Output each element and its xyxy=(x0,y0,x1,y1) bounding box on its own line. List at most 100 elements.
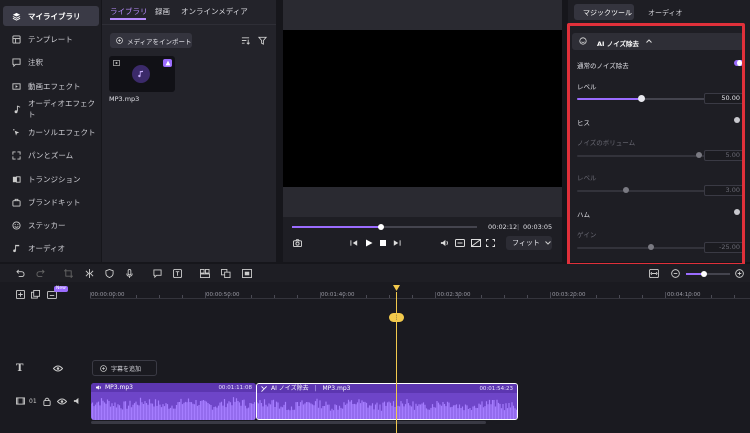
frame-icon[interactable] xyxy=(242,268,252,278)
plus-circle-icon xyxy=(100,364,107,372)
sidebar-item-label: トランジション xyxy=(28,174,81,184)
add-track-icon[interactable] xyxy=(16,290,25,299)
undo-icon[interactable] xyxy=(15,268,25,278)
zoom-out-icon[interactable] xyxy=(670,268,680,278)
sidebar-item-video-effect[interactable]: 動画エフェクト xyxy=(3,76,99,96)
zoom-slider-knob[interactable] xyxy=(701,271,707,277)
microphone-icon[interactable] xyxy=(124,268,134,278)
comment-icon[interactable] xyxy=(152,268,162,278)
transition-icon xyxy=(12,175,21,184)
app-window: マイライブラリ テンプレート 注釈 動画エフェクト オーディオエフェクト カーソ… xyxy=(0,0,750,433)
playhead-split-marker[interactable]: ⋮ xyxy=(389,313,404,322)
fit-dropdown[interactable]: フィット xyxy=(506,236,552,250)
sidebar-item-cursor-effect[interactable]: カーソルエフェクト xyxy=(3,122,99,142)
ruler-line xyxy=(90,298,750,299)
ruler-tick xyxy=(481,295,482,298)
clip-effect: AI ノイズ除去 xyxy=(271,385,309,392)
ruler-tick xyxy=(642,295,643,298)
sidebar-item-audio-effect[interactable]: オーディオエフェクト xyxy=(3,99,99,119)
waveform xyxy=(257,398,517,419)
filter-icon[interactable] xyxy=(258,36,267,45)
step-forward-icon[interactable] xyxy=(392,239,401,247)
media-thumbnail[interactable] xyxy=(109,56,175,92)
clip-header: MP3.mp3 00:01:11:08 xyxy=(91,383,256,392)
caption-track-icon[interactable] xyxy=(47,291,57,299)
denoise-effect-icon xyxy=(261,386,268,392)
camera-icon[interactable] xyxy=(293,239,302,247)
import-media-label: メディアをインポート xyxy=(127,37,192,46)
media-panel: ライブラリ 録画 オンラインメディア メディアをインポート MP3.mp3 xyxy=(102,0,276,262)
sidebar-item-audio[interactable]: オーディオ xyxy=(3,238,99,258)
total-time: 00:03:05 xyxy=(523,223,553,231)
tab-magic-tools[interactable]: マジックツール xyxy=(583,8,632,18)
sticker-icon xyxy=(12,220,21,230)
ruler-tick xyxy=(251,295,252,298)
sidebar-item-transition[interactable]: トランジション xyxy=(3,169,99,189)
import-media-button[interactable]: メディアをインポート xyxy=(110,33,192,48)
timeline-scrollbar[interactable] xyxy=(91,421,486,424)
sidebar-item-label: ブランドキット xyxy=(28,197,81,207)
play-icon[interactable] xyxy=(365,239,373,247)
preview-scrubber-knob[interactable] xyxy=(377,224,384,230)
track-number: 01 xyxy=(29,398,37,405)
fullscreen-icon[interactable] xyxy=(486,239,495,247)
step-back-icon[interactable] xyxy=(350,239,359,247)
grid-icon[interactable] xyxy=(200,268,210,278)
sort-icon[interactable] xyxy=(241,36,250,45)
split-icon[interactable] xyxy=(84,268,94,278)
pip-icon[interactable] xyxy=(471,239,481,247)
image-text-icon[interactable] xyxy=(221,268,231,278)
speaker-icon[interactable] xyxy=(73,397,82,405)
shield-icon[interactable] xyxy=(104,268,114,278)
audio-clip-selected[interactable]: AI ノイズ除去 | MP3.mp3 00:01:54:23 xyxy=(256,383,518,420)
lock-icon[interactable] xyxy=(43,397,51,406)
ruler-tick xyxy=(366,295,367,298)
sidebar-item-label: ステッカー xyxy=(28,220,66,230)
ruler-label: 00:04:10:00 xyxy=(667,292,701,298)
cursor-effect-icon xyxy=(12,128,21,137)
sidebar-item-template[interactable]: テンプレート xyxy=(3,29,99,49)
ruler-tick xyxy=(136,295,137,298)
crop-icon[interactable] xyxy=(63,268,73,278)
eye-icon[interactable] xyxy=(53,365,63,372)
music-note-icon xyxy=(132,65,150,83)
copy-track-icon[interactable] xyxy=(31,290,40,299)
sidebar-item-label: カーソルエフェクト xyxy=(28,127,96,137)
redo-icon[interactable] xyxy=(35,268,45,278)
audio-effect-icon xyxy=(12,104,21,114)
track-type-icon xyxy=(16,397,25,405)
sidebar-item-annotation[interactable]: 注釈 xyxy=(3,52,99,72)
eye-icon[interactable] xyxy=(57,398,67,405)
preview-progress-fill xyxy=(292,226,381,228)
ruler-tick xyxy=(389,295,390,298)
text-box-icon[interactable] xyxy=(172,268,182,278)
layers-icon xyxy=(12,12,21,21)
tab-audio[interactable]: オーディオ xyxy=(648,8,683,18)
tab-recording[interactable]: 録画 xyxy=(155,6,170,17)
sidebar-item-my-library[interactable]: マイライブラリ xyxy=(3,6,99,26)
volume-icon[interactable] xyxy=(440,239,449,247)
sidebar-item-sticker[interactable]: ステッカー xyxy=(3,215,99,235)
add-subtitle-button[interactable]: 字幕を追加 xyxy=(92,360,157,376)
stop-icon[interactable] xyxy=(379,239,387,247)
ruler-tick xyxy=(734,295,735,298)
playhead-handle[interactable] xyxy=(393,285,400,291)
waveform xyxy=(91,397,256,420)
caption-toggle-icon[interactable] xyxy=(455,239,465,247)
ruler-tick xyxy=(412,295,413,298)
ruler-tick xyxy=(596,295,597,298)
tab-online-media[interactable]: オンラインメディア xyxy=(181,6,248,17)
sidebar-item-pan-zoom[interactable]: パンとズーム xyxy=(3,145,99,165)
tab-library[interactable]: ライブラリ xyxy=(110,6,148,17)
audio-clip[interactable]: MP3.mp3 00:01:11:08 xyxy=(91,383,256,420)
ruler-label: 00:03:20:00 xyxy=(552,292,586,298)
clip-separator: | xyxy=(314,385,317,392)
fit-timeline-icon[interactable] xyxy=(649,268,659,278)
preview-letterbox-bottom xyxy=(283,187,562,217)
brand-kit-icon xyxy=(12,198,21,207)
video-canvas[interactable] xyxy=(283,30,562,187)
sidebar-item-brand-kit[interactable]: ブランドキット xyxy=(3,192,99,212)
zoom-in-icon[interactable] xyxy=(734,268,744,278)
preview-panel: 00:02:12 | 00:03:05 フィット xyxy=(283,0,562,262)
divider xyxy=(102,24,276,25)
